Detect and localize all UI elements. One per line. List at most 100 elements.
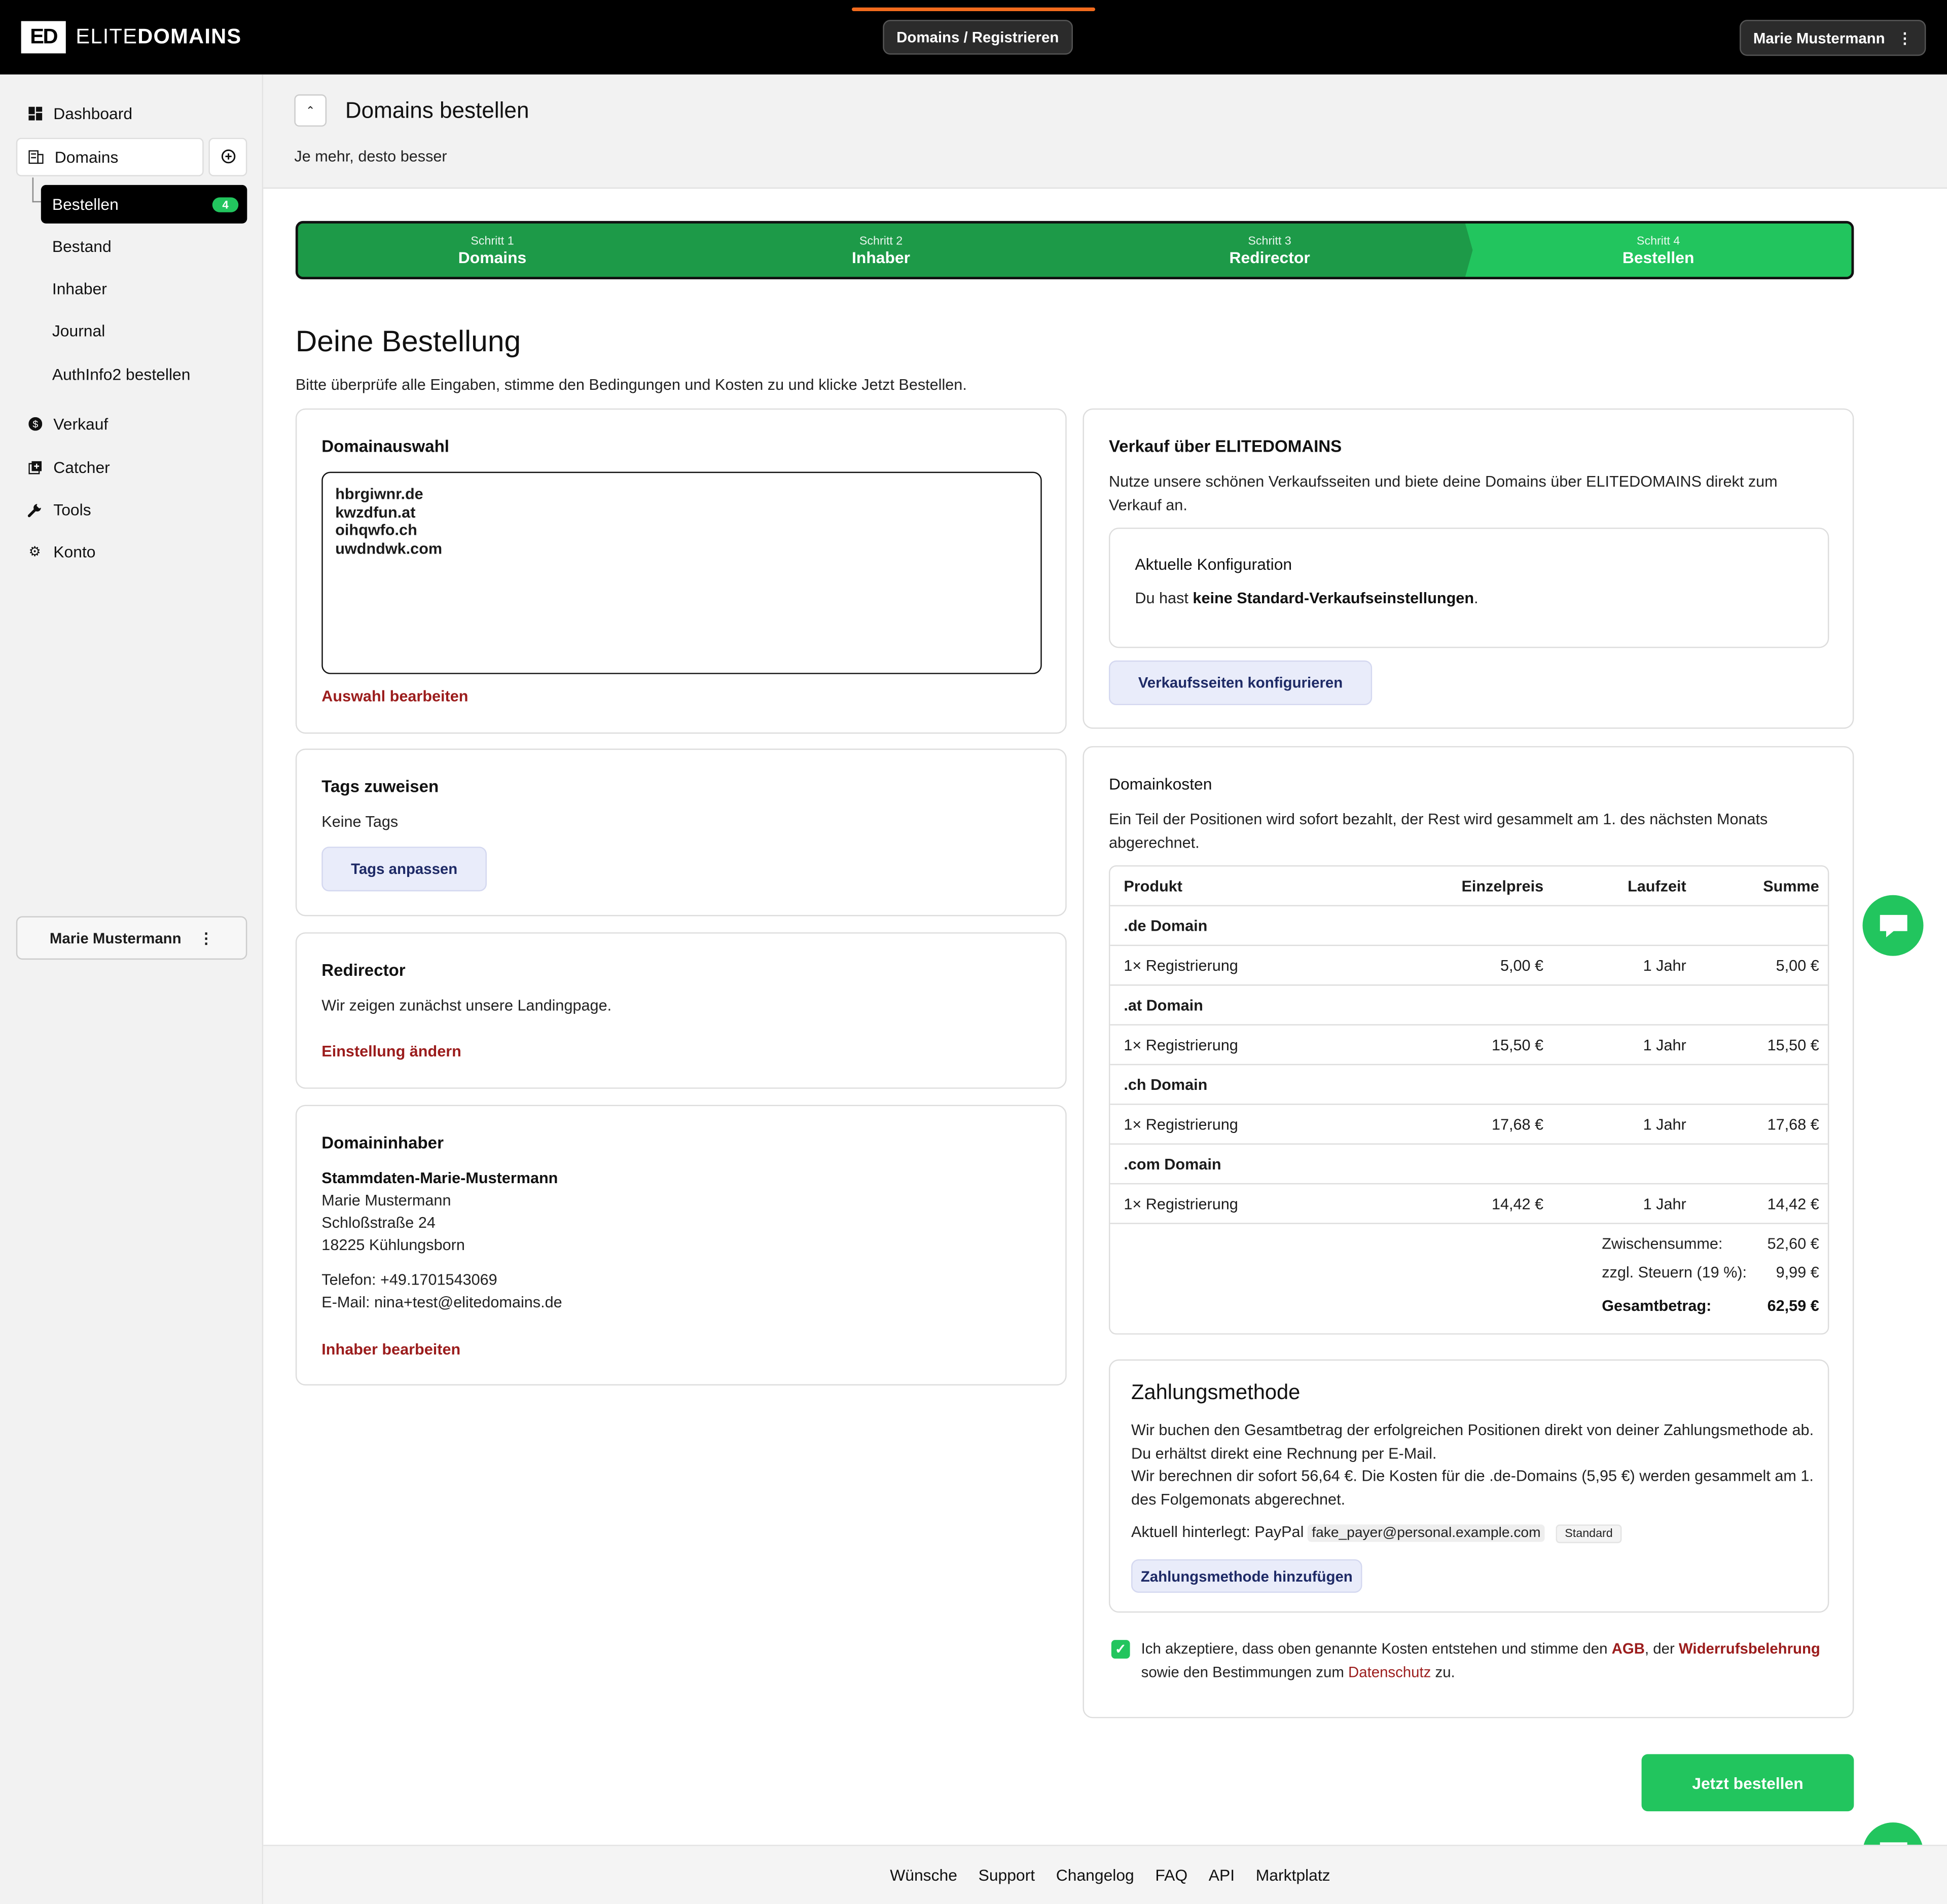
dollar-icon: $ xyxy=(27,417,42,431)
footer-link-wuensche[interactable]: Wünsche xyxy=(890,1866,957,1885)
check-icon: ✓ xyxy=(1114,1642,1127,1658)
accept-terms-checkbox[interactable]: ✓ xyxy=(1111,1640,1130,1659)
step-1[interactable]: Schritt 1 Domains xyxy=(298,224,687,277)
user-menu-button[interactable]: Marie Mustermann ⋮ xyxy=(1739,20,1926,56)
sidebar-item-dashboard[interactable]: Dashboard xyxy=(16,94,247,133)
standard-badge: Standard xyxy=(1556,1524,1621,1544)
svg-text:$: $ xyxy=(32,419,38,430)
edit-selection-link[interactable]: Auswahl bearbeiten xyxy=(321,688,468,705)
kebab-icon: ⋮ xyxy=(198,929,214,947)
dashboard-icon xyxy=(27,106,42,121)
table-row: 1× Registrierung 14,42 €1 Jahr 14,42 € xyxy=(1110,1184,1828,1224)
user-name: Marie Mustermann xyxy=(1753,29,1885,47)
table-group-row: .at Domain xyxy=(1110,986,1828,1026)
page-header: ⌃ Domains bestellen Je mehr, desto besse… xyxy=(263,74,1947,189)
sidebar-item-authinfo[interactable]: AuthInfo2 bestellen xyxy=(41,355,247,393)
add-domain-button[interactable] xyxy=(208,137,247,176)
card-title: Domaininhaber xyxy=(321,1133,444,1152)
logo-mark: ED xyxy=(21,21,66,54)
cost-table: Produkt Einzelpreis Laufzeit Summe .de Doma… xyxy=(1108,865,1829,1335)
sidebar-item-catcher[interactable]: Catcher xyxy=(16,448,247,487)
agb-link[interactable]: AGB xyxy=(1612,1640,1645,1657)
sale-card: Verkauf über ELITEDOMAINS Nutze unsere s… xyxy=(1083,408,1854,729)
sidebar-item-bestand[interactable]: Bestand xyxy=(41,227,247,266)
config-text: Du hast keine Standard-Verkaufseinstellu… xyxy=(1135,590,1479,607)
card-title: Redirector xyxy=(321,961,406,980)
logo-text: ELITEDOMAINS xyxy=(76,24,242,49)
tags-value: Keine Tags xyxy=(321,813,399,831)
kebab-icon: ⋮ xyxy=(1897,29,1913,47)
sidebar-item-verkauf[interactable]: $ Verkauf xyxy=(16,405,247,443)
order-now-button[interactable]: Jetzt bestellen xyxy=(1641,1754,1854,1812)
costs-text: Ein Teil der Positionen wird sofort beza… xyxy=(1108,811,1768,851)
page-subtitle: Je mehr, desto besser xyxy=(294,148,447,165)
collapse-button[interactable]: ⌃ xyxy=(294,94,327,127)
table-group-row: .de Domain xyxy=(1110,906,1828,946)
redirector-text: Wir zeigen zunächst unsere Landingpage. xyxy=(321,997,612,1014)
table-row: 1× Registrierung 5,00 €1 Jahr 5,00 € xyxy=(1110,946,1828,986)
order-title: Deine Bestellung xyxy=(295,325,521,359)
owner-card: Domaininhaber Stammdaten-Marie-Musterman… xyxy=(295,1105,1067,1386)
sidebar-item-tools[interactable]: Tools xyxy=(16,490,247,529)
footer-link-marktplatz[interactable]: Marktplatz xyxy=(1256,1866,1330,1885)
domain-list-textarea[interactable]: hbrgiwnr.de kwzdfun.at oihqwfo.ch uwdndw… xyxy=(321,471,1042,674)
footer: Wünsche Support Changelog FAQ API Marktp… xyxy=(263,1845,1947,1904)
configure-sale-pages-button[interactable]: Verkaufsseiten konfigurieren xyxy=(1108,660,1373,706)
logo[interactable]: ED ELITEDOMAINS xyxy=(21,21,242,54)
subtotal-label: Zwischensumme: xyxy=(1602,1235,1723,1253)
step-4[interactable]: Schritt 4 Bestellen xyxy=(1465,224,1852,277)
tax-value: 9,99 € xyxy=(1776,1264,1819,1281)
total-value: 62,59 € xyxy=(1767,1297,1819,1315)
edit-owner-link[interactable]: Inhaber bearbeiten xyxy=(321,1341,460,1358)
sidebar-item-inhaber[interactable]: Inhaber xyxy=(41,269,247,308)
owner-phone: Telefon: +49.1701543069 xyxy=(321,1271,497,1289)
card-title: Domainauswahl xyxy=(321,437,450,456)
table-row: 1× Registrierung 15,50 €1 Jahr 15,50 € xyxy=(1110,1026,1828,1066)
card-title: Verkauf über ELITEDOMAINS xyxy=(1108,437,1342,456)
privacy-link[interactable]: Datenschutz xyxy=(1348,1663,1431,1680)
terms-text: Ich akzeptiere, dass oben genannte Koste… xyxy=(1141,1640,1820,1680)
payment-current: Aktuell hinterlegt: PayPal fake_payer@pe… xyxy=(1131,1521,1621,1546)
sidebar-item-journal[interactable]: Journal xyxy=(41,312,247,350)
chat-button[interactable] xyxy=(1862,895,1924,956)
payment-card: Zahlungsmethode Wir buchen den Gesamtbet… xyxy=(1108,1359,1829,1613)
stepper: Schritt 1 Domains Schritt 2 Inhaber Schrit… xyxy=(295,221,1854,280)
card-title: Tags zuweisen xyxy=(321,777,439,796)
footer-link-support[interactable]: Support xyxy=(979,1866,1035,1885)
plus-circle-icon xyxy=(221,147,235,167)
sidebar-item-bestellen[interactable]: Bestellen 4 xyxy=(41,185,247,224)
card-title: Domainkosten xyxy=(1108,775,1212,793)
table-group-row: .ch Domain xyxy=(1110,1065,1828,1105)
payment-title: Zahlungsmethode xyxy=(1131,1380,1301,1404)
step-2[interactable]: Schritt 2 Inhaber xyxy=(687,224,1075,277)
sidebar-item-domains[interactable]: Domains xyxy=(16,137,204,176)
catcher-icon xyxy=(27,460,42,474)
page-title: Domains bestellen xyxy=(345,98,529,123)
payment-text-2: Wir berechnen dir sofort 56,64 €. Die Ko… xyxy=(1131,1467,1814,1508)
footer-link-changelog[interactable]: Changelog xyxy=(1056,1866,1134,1885)
table-row: 1× Registrierung 17,68 €1 Jahr 17,68 € xyxy=(1110,1105,1828,1145)
config-title: Aktuelle Konfiguration xyxy=(1135,555,1292,574)
step-3[interactable]: Schritt 3 Redirector xyxy=(1075,224,1464,277)
footer-link-api[interactable]: API xyxy=(1209,1866,1235,1885)
count-badge: 4 xyxy=(212,197,239,212)
owner-handle: Stammdaten-Marie-Mustermann xyxy=(321,1169,558,1187)
subtotal-value: 52,60 € xyxy=(1767,1235,1819,1253)
breadcrumb[interactable]: Domains / Registrieren xyxy=(883,20,1073,55)
costs-card: Domainkosten Ein Teil der Positionen wir… xyxy=(1083,746,1854,1718)
adjust-tags-button[interactable]: Tags anpassen xyxy=(321,847,487,892)
owner-name: Marie Mustermann xyxy=(321,1192,451,1210)
table-header: Produkt Einzelpreis Laufzeit Summe xyxy=(1110,866,1828,906)
sidebar-item-konto[interactable]: ⚙ Konto xyxy=(16,533,247,571)
owner-street: Schloßstraße 24 xyxy=(321,1214,436,1232)
footer-link-faq[interactable]: FAQ xyxy=(1155,1866,1187,1885)
top-bar: ED ELITEDOMAINS Domains / Registrieren M… xyxy=(0,0,1947,75)
tags-card: Tags zuweisen Keine Tags Tags anpassen xyxy=(295,748,1067,917)
change-setting-link[interactable]: Einstellung ändern xyxy=(321,1043,461,1060)
sidebar-user-button[interactable]: Marie Mustermann ⋮ xyxy=(16,916,247,960)
domain-selection-card: Domainauswahl hbrgiwnr.de kwzdfun.at oih… xyxy=(295,408,1067,734)
tax-label: zzgl. Steuern (19 %): xyxy=(1602,1264,1747,1281)
withdrawal-link[interactable]: Widerrufsbelehrung xyxy=(1679,1640,1820,1657)
add-payment-method-button[interactable]: Zahlungsmethode hinzufügen xyxy=(1131,1559,1362,1593)
page: ED ELITEDOMAINS Domains / Registrieren M… xyxy=(0,0,1947,1904)
